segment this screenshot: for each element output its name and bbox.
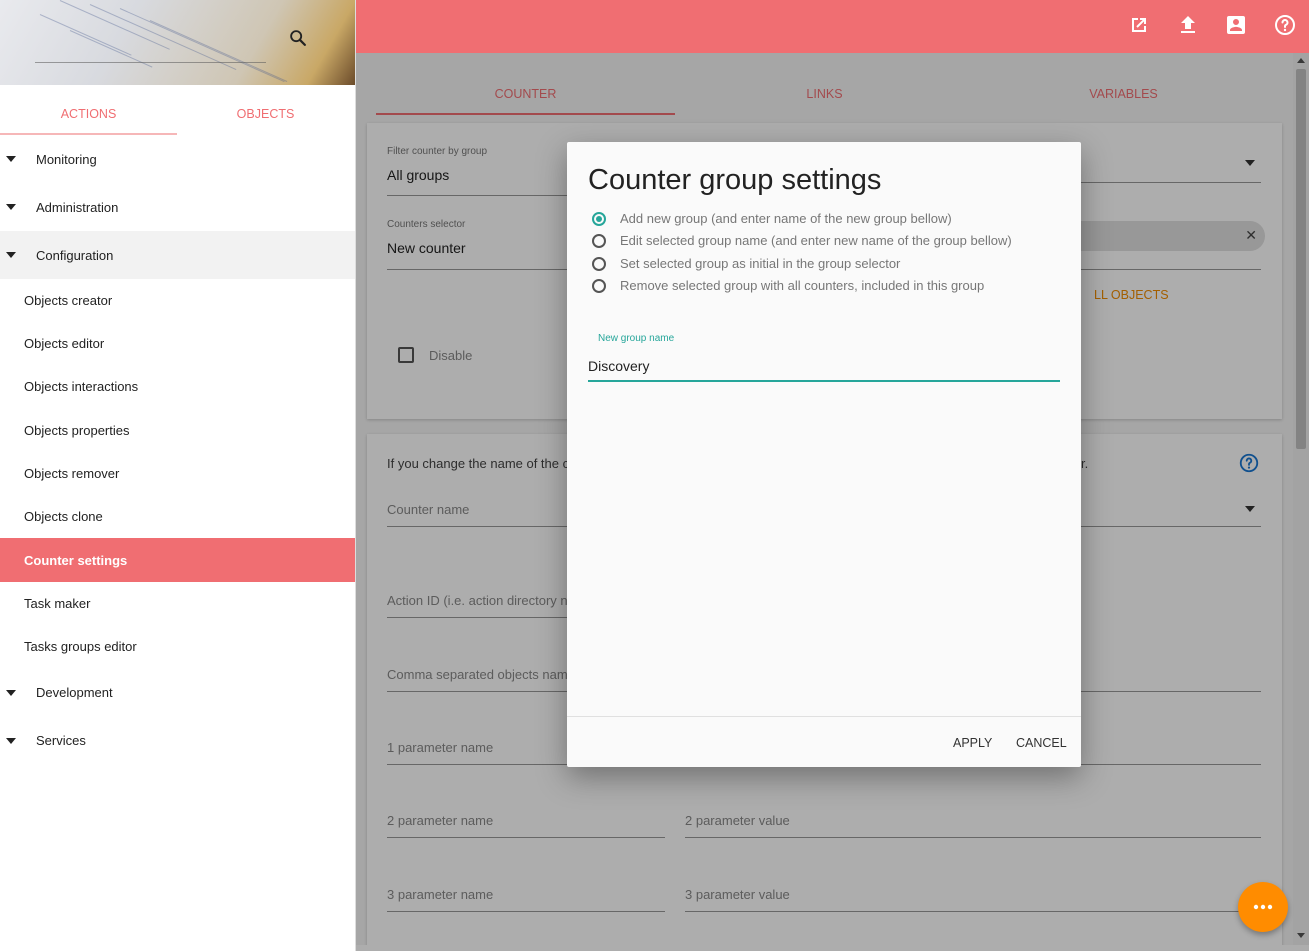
open-in-new-icon[interactable]	[1127, 13, 1151, 37]
counter-group-settings-dialog: Counter group settings Add new group (an…	[567, 142, 1081, 767]
tab-actions[interactable]: ACTIONS	[0, 85, 177, 135]
more-actions-button[interactable]	[1238, 882, 1288, 932]
menu-group-label: Monitoring	[36, 151, 97, 167]
sidebar-item-objects-creator[interactable]: Objects creator	[0, 279, 355, 322]
caret-down-icon	[0, 204, 36, 210]
account-box-icon[interactable]	[1224, 13, 1248, 37]
apply-button[interactable]: APPLY	[953, 736, 992, 750]
radio-button[interactable]	[592, 278, 606, 293]
caret-down-icon	[0, 156, 36, 162]
sidebar-item-objects-remover[interactable]: Objects remover	[0, 452, 355, 495]
radio-button[interactable]	[592, 256, 606, 271]
radio-remove-group[interactable]: Remove selected group with all counters,…	[592, 278, 984, 293]
new-group-name-label: New group name	[598, 333, 675, 344]
sidebar-item-task-maker[interactable]: Task maker	[0, 582, 355, 625]
new-group-name-input[interactable]	[588, 352, 1060, 382]
menu-group-label: Development	[36, 685, 113, 700]
menu-group-administration[interactable]: Administration	[0, 183, 355, 231]
caret-down-icon	[0, 252, 36, 258]
radio-button[interactable]	[592, 211, 606, 226]
sidebar-menu: Monitoring Administration Configuration …	[0, 135, 355, 765]
radio-set-initial-group[interactable]: Set selected group as initial in the gro…	[592, 256, 900, 271]
menu-group-label: Services	[36, 733, 86, 748]
menu-group-label: Configuration	[36, 247, 114, 263]
sidebar-search-underline[interactable]	[35, 62, 266, 63]
upload-icon[interactable]	[1176, 13, 1200, 37]
dialog-footer: APPLY CANCEL	[567, 716, 1081, 767]
sidebar-item-objects-interactions[interactable]: Objects interactions	[0, 365, 355, 408]
more-horizontal-icon	[1253, 904, 1273, 910]
search-icon[interactable]	[287, 27, 309, 49]
sidebar: ACTIONS OBJECTS Monitoring Administratio…	[0, 0, 356, 951]
help-icon[interactable]	[1273, 13, 1297, 37]
tab-objects[interactable]: OBJECTS	[177, 85, 354, 135]
caret-down-icon	[0, 737, 36, 744]
sidebar-item-counter-settings[interactable]: Counter settings	[0, 538, 355, 583]
sidebar-item-tasks-groups-editor[interactable]: Tasks groups editor	[0, 625, 355, 668]
menu-group-development[interactable]: Development	[0, 669, 355, 717]
radio-button[interactable]	[592, 233, 606, 248]
menu-group-monitoring[interactable]: Monitoring	[0, 135, 355, 183]
sidebar-tabs: ACTIONS OBJECTS	[0, 85, 355, 135]
sidebar-item-objects-clone[interactable]: Objects clone	[0, 495, 355, 538]
app-header	[356, 0, 1309, 53]
dialog-title: Counter group settings	[588, 164, 882, 196]
cancel-button[interactable]: CANCEL	[1016, 736, 1067, 750]
sidebar-item-objects-properties[interactable]: Objects properties	[0, 409, 355, 452]
sidebar-item-objects-editor[interactable]: Objects editor	[0, 322, 355, 365]
caret-down-icon	[0, 689, 36, 696]
menu-group-services[interactable]: Services	[0, 717, 355, 765]
menu-group-label: Administration	[36, 199, 119, 215]
radio-add-new-group[interactable]: Add new group (and enter name of the new…	[592, 211, 952, 226]
menu-group-configuration[interactable]: Configuration	[0, 231, 355, 279]
radio-edit-group-name[interactable]: Edit selected group name (and enter new …	[592, 233, 1012, 248]
sidebar-header-image	[0, 0, 355, 85]
